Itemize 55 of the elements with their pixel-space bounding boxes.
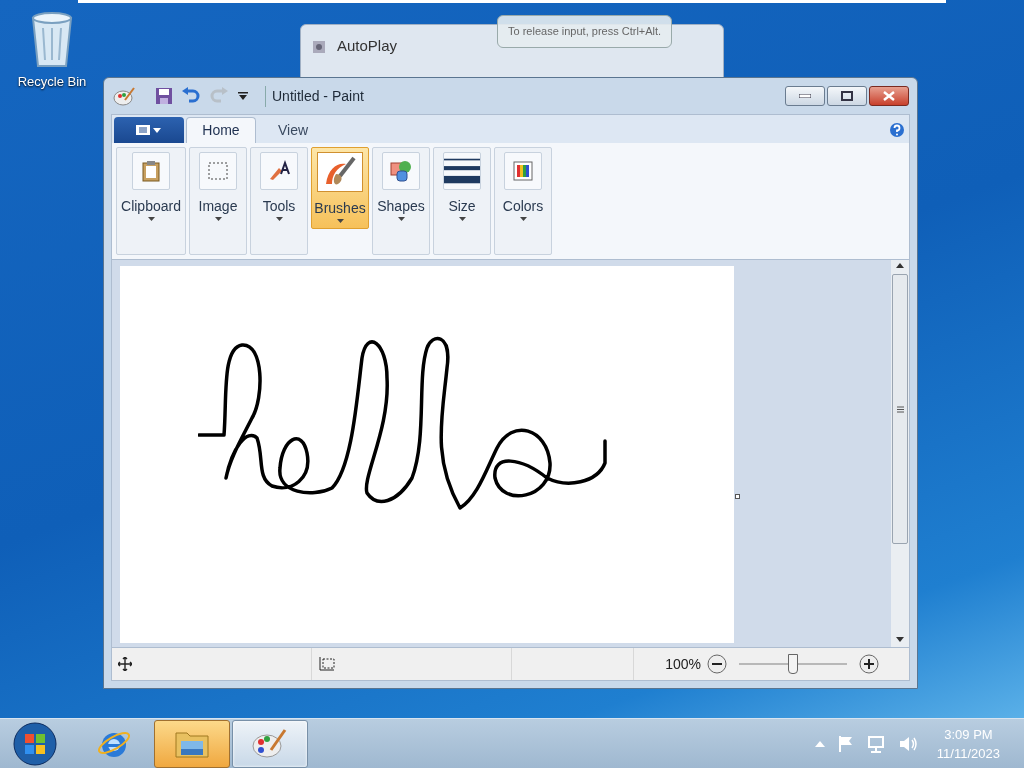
tooltip: To release input, press Ctrl+Alt. bbox=[497, 15, 673, 48]
caret-icon bbox=[214, 217, 222, 221]
selection-icon bbox=[207, 161, 229, 181]
maximize-button[interactable] bbox=[827, 86, 867, 106]
zoom-slider[interactable] bbox=[739, 654, 847, 674]
menu-icon bbox=[136, 124, 162, 136]
vertical-scrollbar[interactable] bbox=[891, 260, 909, 647]
ribbon-group-button[interactable]: Clipboard bbox=[116, 147, 186, 255]
undo-icon[interactable] bbox=[181, 87, 201, 105]
taskbar-app-button[interactable] bbox=[232, 719, 308, 768]
clipboard-icon bbox=[141, 160, 161, 182]
dropdown-caret-icon[interactable] bbox=[237, 91, 249, 101]
save-icon[interactable] bbox=[155, 87, 173, 105]
scroll-up-icon bbox=[896, 262, 904, 268]
selection-size-icon bbox=[318, 656, 336, 672]
paint-app-icon[interactable] bbox=[113, 86, 135, 106]
file-menu-button[interactable] bbox=[114, 117, 184, 143]
pencil-letter-icon bbox=[267, 160, 291, 182]
taskbar-app-button[interactable] bbox=[154, 719, 230, 768]
shapes-icon bbox=[389, 159, 413, 183]
ribbon-group-button[interactable]: Size bbox=[433, 147, 491, 255]
window-title: Untitled - Paint bbox=[265, 85, 364, 107]
scroll-down-icon bbox=[896, 637, 904, 643]
zoom-in-icon[interactable] bbox=[859, 654, 879, 674]
close-icon bbox=[883, 91, 895, 101]
recycle-bin-icon[interactable] bbox=[29, 10, 75, 68]
zoom-level-text: 100% bbox=[665, 654, 701, 674]
ribbon-group-button[interactable]: Colors bbox=[494, 147, 552, 255]
ribbon-group-button[interactable]: Brushes bbox=[311, 147, 369, 229]
ribbon-group-button[interactable]: Shapes bbox=[372, 147, 430, 255]
help-icon[interactable] bbox=[889, 122, 905, 138]
color-palette-icon bbox=[513, 161, 533, 181]
caret-icon bbox=[275, 217, 283, 221]
window-title: AutoPlay bbox=[337, 36, 398, 56]
ribbon-tab[interactable]: Home bbox=[186, 117, 256, 143]
minimize-button[interactable] bbox=[785, 86, 825, 106]
zoom-out-icon[interactable] bbox=[707, 654, 727, 674]
caret-icon bbox=[147, 217, 155, 221]
ribbon-tab[interactable]: View bbox=[258, 117, 328, 143]
resize-handle[interactable] bbox=[735, 494, 740, 499]
ribbon-group-button[interactable]: Tools bbox=[250, 147, 308, 255]
desktop-icon-label[interactable]: Recycle Bin bbox=[17, 72, 87, 92]
caret-icon bbox=[458, 217, 466, 221]
minimize-icon bbox=[799, 94, 811, 98]
start-button[interactable] bbox=[12, 720, 58, 767]
zoom-slider-thumb[interactable] bbox=[788, 654, 798, 674]
close-button[interactable] bbox=[869, 86, 909, 106]
caret-icon bbox=[519, 217, 527, 221]
move-cursor-icon bbox=[118, 657, 132, 671]
caret-icon bbox=[336, 219, 344, 223]
scrollbar-thumb[interactable] bbox=[892, 274, 908, 544]
ribbon-group-button[interactable]: Image bbox=[189, 147, 247, 255]
caret-icon bbox=[397, 217, 405, 221]
grip-icon bbox=[896, 405, 904, 413]
maximize-icon bbox=[841, 91, 853, 101]
